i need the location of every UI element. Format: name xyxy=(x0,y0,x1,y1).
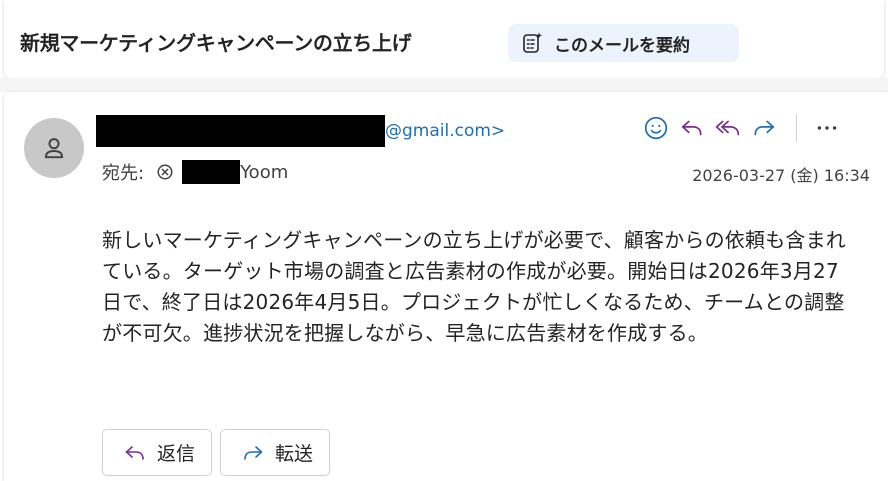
quick-actions: 返信 転送 xyxy=(102,429,331,476)
remove-recipient-icon[interactable] xyxy=(156,163,174,181)
forward-label: 転送 xyxy=(275,443,314,465)
message-date: 2026-03-27 (金) 16:34 xyxy=(692,166,870,185)
emoji-icon xyxy=(644,116,668,140)
recipient-row: 宛先: Yoom xyxy=(102,160,288,184)
reply-button[interactable] xyxy=(674,112,710,144)
subject-header: 新規マーケティングキャンペーンの立ち上げ このメールを要約 xyxy=(4,0,884,78)
more-actions-button[interactable] xyxy=(809,112,845,144)
to-label: 宛先: xyxy=(102,163,145,184)
message-card: @gmail.com> 宛先: Yoom 2026-03-27 (金) 16:3… xyxy=(4,92,888,481)
redacted-sender-name xyxy=(96,115,385,147)
reply-pill-button[interactable]: 返信 xyxy=(102,429,213,476)
reply-all-icon xyxy=(715,120,740,136)
reply-icon xyxy=(125,445,144,460)
person-icon xyxy=(44,138,64,159)
emoji-reaction-button[interactable] xyxy=(638,112,674,144)
more-icon xyxy=(817,126,837,130)
forward-pill-button[interactable]: 転送 xyxy=(220,429,331,476)
reply-all-button[interactable] xyxy=(710,112,746,144)
summarize-label: このメールを要約 xyxy=(554,35,690,56)
reply-label: 返信 xyxy=(157,443,196,465)
message-actions xyxy=(638,112,845,144)
divider-band xyxy=(0,78,888,92)
recipient-name[interactable]: Yoom xyxy=(240,162,288,183)
message-body: 新しいマーケティングキャンペーンの立ち上げが必要で、顧客からの依頼も含まれている… xyxy=(102,228,846,345)
forward-icon xyxy=(244,445,263,460)
sender-email[interactable]: @gmail.com> xyxy=(385,121,505,141)
avatar[interactable] xyxy=(24,118,84,178)
summarize-button[interactable]: このメールを要約 xyxy=(508,24,739,62)
email-subject: 新規マーケティングキャンペーンの立ち上げ xyxy=(20,31,412,55)
redacted-recipient-name xyxy=(182,160,241,184)
sparkle-summary-icon xyxy=(523,32,542,53)
forward-icon xyxy=(754,120,775,136)
forward-button[interactable] xyxy=(746,112,782,144)
reply-icon xyxy=(681,120,702,136)
actions-divider xyxy=(796,114,797,142)
